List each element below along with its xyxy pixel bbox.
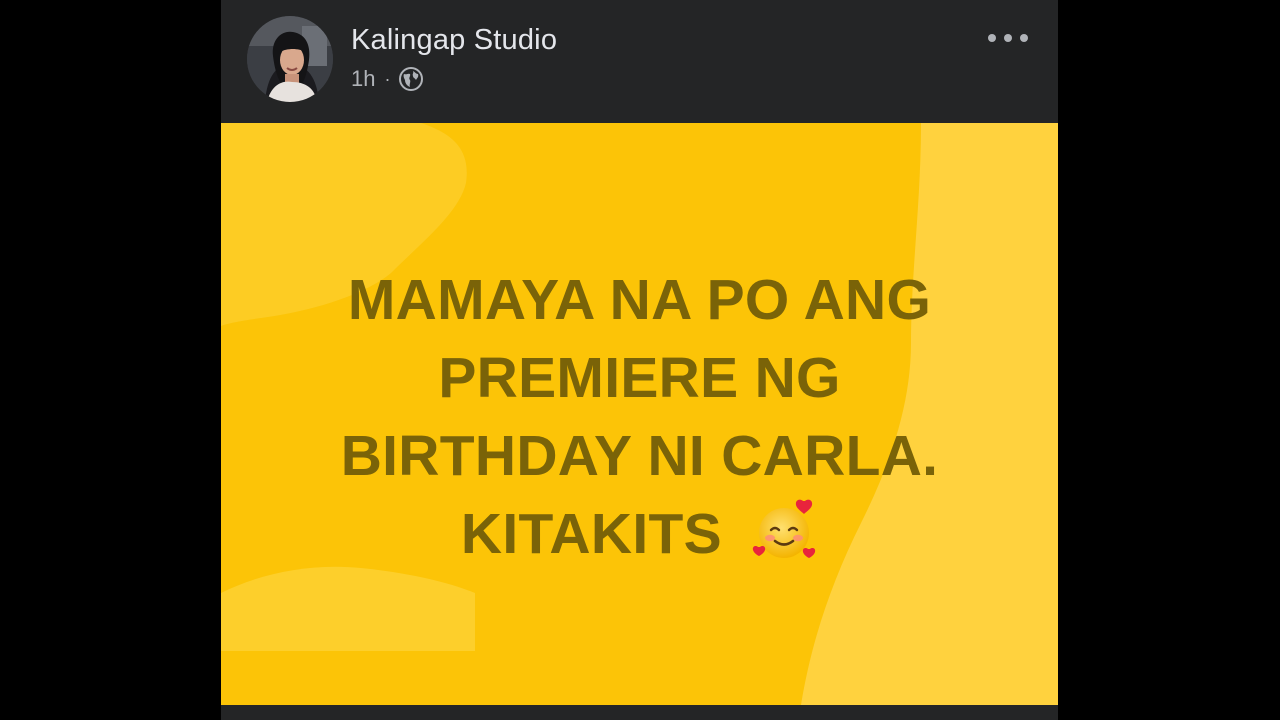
post-timestamp[interactable]: 1h — [351, 66, 375, 92]
post-meta: 1h · — [351, 64, 424, 94]
status-line: KITAKITS — [460, 502, 722, 566]
more-dot — [1020, 34, 1028, 42]
meta-separator: · — [384, 68, 391, 89]
screen: Kalingap Studio 1h · MAMAYA NA PO ANG PR… — [0, 0, 1280, 720]
author-name[interactable]: Kalingap Studio — [351, 24, 557, 57]
more-dot — [1004, 34, 1012, 42]
status-background-card[interactable]: MAMAYA NA PO ANG PREMIERE NG BIRTHDAY NI… — [221, 123, 1058, 705]
more-dot — [988, 34, 996, 42]
globe-icon[interactable] — [398, 66, 424, 92]
status-text: MAMAYA NA PO ANG PREMIERE NG BIRTHDAY NI… — [221, 261, 1058, 573]
status-line: MAMAYA NA PO ANG — [347, 268, 932, 332]
status-line-with-emoji: KITAKITS — [221, 495, 1058, 573]
author-avatar[interactable] — [247, 16, 333, 102]
post-header: Kalingap Studio 1h · — [221, 0, 1058, 123]
status-line: BIRTHDAY NI CARLA. — [340, 424, 939, 488]
status-line: PREMIERE NG — [438, 346, 841, 410]
more-options-icon[interactable] — [988, 26, 1028, 50]
smiling-face-with-hearts-icon — [752, 499, 816, 558]
facebook-post: Kalingap Studio 1h · MAMAYA NA PO ANG PR… — [221, 0, 1058, 720]
post-footer — [221, 705, 1058, 720]
